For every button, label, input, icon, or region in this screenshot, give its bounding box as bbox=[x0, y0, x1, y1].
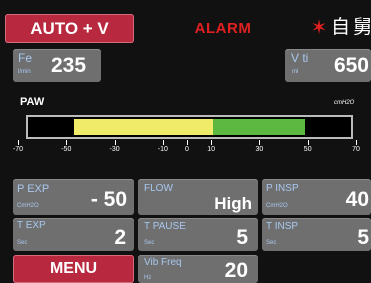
paw-tick-label: 0 bbox=[185, 146, 189, 153]
p-insp-value: 40 bbox=[345, 188, 369, 211]
t-pause-value: 5 bbox=[236, 226, 248, 249]
p-insp-unit: CmH2O bbox=[266, 203, 288, 209]
alarm-label: ALARM bbox=[194, 19, 252, 37]
t-insp-unit: Sec bbox=[266, 240, 277, 246]
paw-tick bbox=[114, 140, 116, 145]
paw-tick-label: -50 bbox=[61, 146, 72, 153]
vti-label: V ti bbox=[291, 51, 309, 65]
p-exp-unit: CmH2O bbox=[17, 203, 39, 209]
t-exp-label: T EXP bbox=[17, 220, 46, 231]
t-exp-unit: Sec bbox=[17, 240, 28, 246]
paw-tick bbox=[18, 140, 19, 145]
t-exp-tile[interactable]: T EXP Sec 2 bbox=[13, 218, 134, 251]
t-insp-value: 5 bbox=[357, 226, 369, 249]
fe-tile[interactable]: Fe l/min 235 bbox=[13, 49, 101, 82]
fe-value: 235 bbox=[51, 54, 87, 77]
p-exp-label: P EXP bbox=[17, 183, 50, 195]
p-insp-tile[interactable]: P INSP CmH2O 40 bbox=[262, 179, 371, 215]
vti-unit: ml bbox=[292, 69, 299, 75]
paw-tick-label: 50 bbox=[303, 146, 312, 153]
t-pause-label: T PAUSE bbox=[144, 221, 186, 232]
p-insp-label: P INSP bbox=[266, 183, 299, 194]
status-glyph-2: 舅 bbox=[353, 17, 371, 38]
paw-tick-label: -10 bbox=[157, 146, 168, 153]
vti-tile[interactable]: V ti ml 650 bbox=[285, 49, 371, 82]
vti-value: 650 bbox=[333, 54, 369, 77]
alarm-indicator: ALARM bbox=[188, 16, 258, 40]
fe-unit: l/min bbox=[18, 69, 31, 75]
flow-label: FLOW bbox=[144, 183, 173, 194]
vib-freq-label: Vib Freq bbox=[144, 257, 182, 268]
paw-yellow-range bbox=[74, 119, 213, 135]
flow-value: High bbox=[214, 194, 252, 213]
t-insp-label: T INSP bbox=[266, 221, 299, 232]
paw-tick-label: 30 bbox=[255, 146, 264, 153]
vib-freq-value: 20 bbox=[224, 259, 248, 282]
status-glyph-1: 自 bbox=[331, 17, 351, 38]
paw-tick-label: -30 bbox=[109, 146, 120, 153]
paw-tick bbox=[162, 140, 164, 145]
alarm-star-icon: ✶ bbox=[310, 17, 328, 39]
t-insp-tile[interactable]: T INSP Sec 5 bbox=[262, 218, 371, 251]
paw-green-range bbox=[212, 119, 305, 135]
mode-button[interactable]: AUTO + V bbox=[5, 14, 134, 43]
menu-button[interactable]: MENU bbox=[13, 255, 134, 283]
paw-tick bbox=[187, 140, 188, 145]
paw-tick bbox=[211, 140, 213, 145]
fe-label: Fe bbox=[18, 51, 33, 65]
menu-label: MENU bbox=[49, 260, 98, 277]
paw-tick bbox=[356, 140, 357, 145]
paw-label: PAW bbox=[20, 96, 45, 108]
paw-tick bbox=[307, 140, 309, 145]
p-exp-tile[interactable]: P EXP CmH2O - 50 bbox=[13, 179, 134, 215]
paw-tick-label: -70 bbox=[12, 146, 24, 153]
paw-unit: cmH2O bbox=[334, 100, 355, 106]
paw-tick bbox=[66, 140, 68, 145]
t-pause-tile[interactable]: T PAUSE Sec 5 bbox=[138, 218, 258, 251]
paw-tick-label: 10 bbox=[207, 146, 216, 153]
flow-tile[interactable]: FLOW High bbox=[138, 179, 258, 215]
paw-tick-label: 70 bbox=[352, 146, 360, 153]
t-pause-unit: Sec bbox=[144, 240, 155, 246]
p-exp-value: - 50 bbox=[90, 188, 127, 211]
vib-freq-unit: Hz bbox=[144, 275, 152, 281]
t-exp-value: 2 bbox=[114, 226, 126, 249]
mode-label: AUTO + V bbox=[30, 18, 109, 38]
vib-freq-tile[interactable]: Vib Freq Hz 20 bbox=[138, 255, 258, 283]
paw-bar-frame bbox=[26, 115, 353, 139]
paw-tick bbox=[259, 140, 261, 145]
